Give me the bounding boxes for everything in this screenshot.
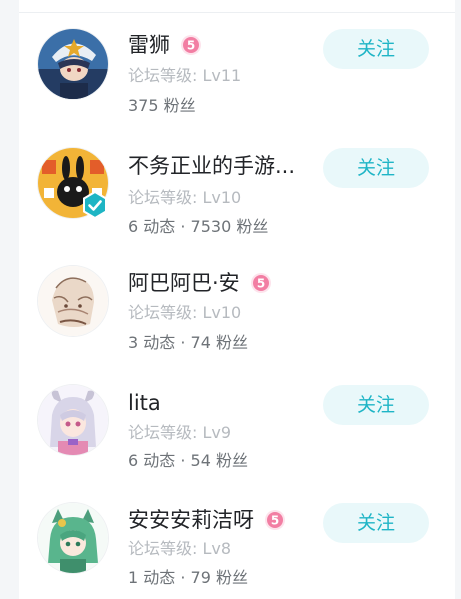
user-name[interactable]: 安安安莉洁呀 — [128, 507, 254, 533]
forum-level: 论坛等级: Lv9 — [128, 423, 232, 442]
svg-text:5: 5 — [271, 514, 279, 528]
follow-button[interactable]: 关注 — [323, 148, 429, 188]
level-5-badge-icon: 5 — [265, 510, 285, 530]
user-name-row: 阿巴阿巴·安 5 — [128, 269, 272, 297]
user-stats: 1 动态 · 79 粉丝 — [128, 568, 248, 587]
level-5-badge-icon: 5 — [181, 35, 201, 55]
svg-text:5: 5 — [257, 277, 265, 291]
user-row[interactable]: 阿巴阿巴·安 5 论坛等级: Lv10 3 动态 · 74 粉丝 — [19, 236, 455, 354]
user-row[interactable]: 安安安莉洁呀 5 论坛等级: Lv8 1 动态 · 79 粉丝 关注 — [19, 472, 455, 590]
avatar[interactable] — [38, 385, 108, 455]
user-stats: 3 动态 · 74 粉丝 — [128, 333, 248, 352]
user-row[interactable]: lita 论坛等级: Lv9 6 动态 · 54 粉丝 关注 — [19, 354, 455, 472]
follow-button[interactable]: 关注 — [323, 29, 429, 69]
forum-level: 论坛等级: Lv10 — [128, 303, 242, 322]
level-5-badge-icon: 5 — [250, 273, 271, 293]
user-stats: 6 动态 · 54 粉丝 — [128, 451, 248, 470]
user-row[interactable]: 雷狮 5 论坛等级: Lv11 375 粉丝 关注 — [19, 0, 455, 118]
forum-level: 论坛等级: Lv8 — [128, 539, 232, 558]
user-stats: 6 动态 · 7530 粉丝 — [128, 217, 269, 236]
user-name[interactable]: 阿巴阿巴·安 — [128, 270, 240, 296]
forum-level: 论坛等级: Lv11 — [128, 66, 242, 85]
follow-button[interactable]: 关注 — [323, 385, 429, 425]
user-name[interactable]: 不务正业的手游... — [128, 153, 295, 179]
verified-check-icon — [83, 191, 107, 219]
avatar[interactable] — [38, 266, 108, 336]
user-stats: 375 粉丝 — [128, 96, 196, 115]
follow-button[interactable]: 关注 — [323, 503, 429, 543]
avatar[interactable] — [38, 29, 108, 99]
user-name-row: 雷狮 5 — [128, 31, 202, 59]
avatar[interactable] — [38, 503, 108, 573]
user-name[interactable]: 雷狮 — [128, 32, 170, 58]
user-row[interactable]: 不务正业的手游... 论坛等级: Lv10 6 动态 · 7530 粉丝 关注 — [19, 118, 455, 236]
forum-level: 论坛等级: Lv10 — [128, 188, 242, 207]
svg-text:5: 5 — [187, 39, 195, 53]
user-name[interactable]: lita — [128, 390, 161, 416]
follow-list-panel: 雷狮 5 论坛等级: Lv11 375 粉丝 关注 不务正业的手游... 论坛等… — [19, 0, 455, 599]
user-name-row: 安安安莉洁呀 5 — [128, 506, 286, 534]
